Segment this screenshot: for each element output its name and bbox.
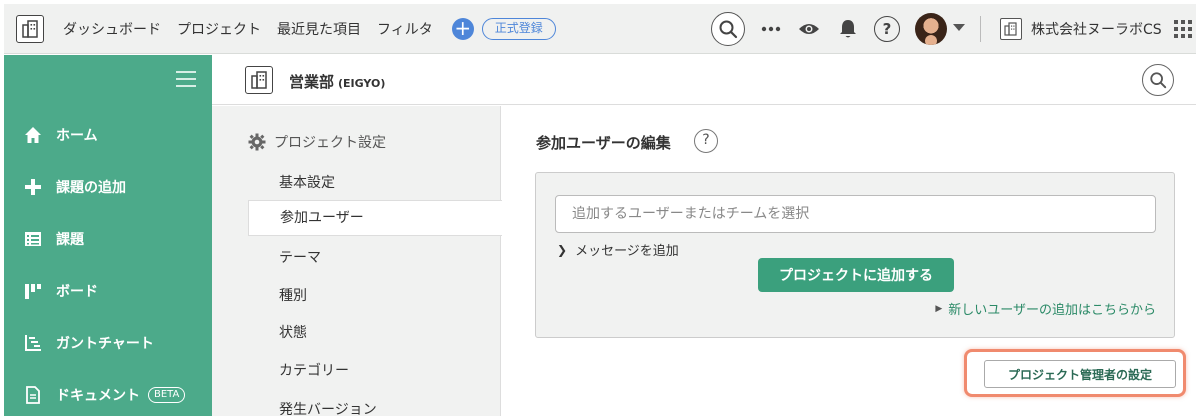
board-icon bbox=[24, 282, 42, 300]
page-title: 参加ユーザーの編集 bbox=[536, 134, 671, 152]
sidebar-item-board[interactable]: ボード bbox=[24, 281, 98, 301]
global-header: ダッシュボード プロジェクト 最近見た項目 フィルタ + 正式登録 ? 株式会社… bbox=[4, 4, 1196, 54]
settings-heading-label: プロジェクト設定 bbox=[274, 135, 386, 151]
gantt-icon bbox=[24, 334, 42, 352]
nav-dashboard[interactable]: ダッシュボード bbox=[63, 19, 161, 39]
menu-toggle-icon[interactable] bbox=[176, 71, 196, 87]
add-members-panel: ❯ メッセージを追加 プロジェクトに追加する ▶ 新しいユーザーの追加はこちらか… bbox=[535, 172, 1175, 338]
chevron-right-icon: ❯ bbox=[557, 242, 568, 257]
watch-icon[interactable] bbox=[797, 17, 821, 41]
sidebar-item-label: ガントチャート bbox=[56, 336, 154, 352]
help-icon[interactable]: ? bbox=[694, 129, 718, 153]
notification-bell-icon[interactable] bbox=[836, 17, 860, 41]
sidebar: ホーム 課題の追加 課題 ボード ガントチャート ドキュメント BETA bbox=[4, 55, 212, 416]
sidebar-item-label: ホーム bbox=[56, 128, 98, 144]
list-icon bbox=[24, 230, 42, 248]
help-icon[interactable]: ? bbox=[874, 15, 900, 42]
sidebar-item-documents[interactable]: ドキュメント BETA bbox=[24, 385, 186, 405]
settings-heading: プロジェクト設定 bbox=[248, 132, 386, 152]
home-icon bbox=[24, 126, 42, 144]
sidebar-item-home[interactable]: ホーム bbox=[24, 125, 98, 145]
document-icon bbox=[24, 386, 42, 404]
sidebar-item-label: ドキュメント bbox=[56, 388, 140, 404]
settings-item-versions[interactable]: 発生バージョン bbox=[279, 397, 377, 416]
nav-recent-items[interactable]: 最近見た項目 bbox=[277, 19, 361, 39]
sidebar-item-gantt[interactable]: ガントチャート bbox=[24, 333, 154, 353]
settings-item-categories[interactable]: カテゴリー bbox=[279, 360, 349, 380]
new-user-link-label: 新しいユーザーの追加はこちらから bbox=[948, 303, 1156, 318]
more-icon[interactable] bbox=[759, 17, 783, 41]
add-icon[interactable]: + bbox=[451, 17, 474, 40]
project-search-icon[interactable] bbox=[1142, 64, 1174, 96]
triangle-right-icon: ▶ bbox=[935, 303, 943, 314]
new-user-link[interactable]: ▶ 新しいユーザーの追加はこちらから bbox=[935, 299, 1156, 318]
settings-item-members[interactable]: 参加ユーザー bbox=[248, 200, 502, 236]
gear-icon bbox=[248, 133, 266, 151]
company-name[interactable]: 株式会社ヌーラボCS bbox=[1031, 19, 1162, 39]
add-message-toggle[interactable]: ❯ メッセージを追加 bbox=[557, 240, 679, 260]
project-title[interactable]: 営業部 (EIGYO) bbox=[289, 71, 385, 92]
plus-icon bbox=[24, 178, 42, 196]
nav-projects[interactable]: プロジェクト bbox=[177, 19, 261, 39]
company-icon bbox=[1000, 17, 1022, 40]
avatar[interactable] bbox=[915, 12, 947, 45]
add-message-label: メッセージを追加 bbox=[575, 244, 679, 259]
beta-badge: BETA bbox=[148, 387, 186, 403]
settings-menu: プロジェクト設定 基本設定 参加ユーザー テーマ 種別 状態 カテゴリー 発生バ… bbox=[212, 106, 502, 416]
project-header: 営業部 (EIGYO) bbox=[212, 55, 1196, 105]
chevron-down-icon[interactable] bbox=[953, 24, 965, 31]
sidebar-item-issues[interactable]: 課題 bbox=[24, 229, 84, 249]
project-admin-settings-button[interactable]: プロジェクト管理者の設定 bbox=[984, 360, 1176, 388]
settings-item-theme[interactable]: テーマ bbox=[279, 247, 321, 267]
sidebar-item-add-issue[interactable]: 課題の追加 bbox=[24, 177, 126, 197]
logo-icon[interactable] bbox=[16, 14, 44, 43]
settings-item-basic[interactable]: 基本設定 bbox=[279, 172, 335, 192]
app-grid-icon[interactable] bbox=[1174, 19, 1192, 38]
settings-item-issue-types[interactable]: 種別 bbox=[279, 285, 307, 305]
project-name: 営業部 bbox=[289, 73, 335, 91]
nav-filter[interactable]: フィルタ bbox=[377, 19, 433, 39]
project-key: (EIGYO) bbox=[338, 77, 386, 90]
project-icon[interactable] bbox=[245, 66, 273, 94]
sidebar-item-label: 課題の追加 bbox=[56, 180, 126, 196]
user-team-select-input[interactable] bbox=[555, 195, 1156, 233]
search-icon[interactable] bbox=[711, 11, 745, 46]
sidebar-item-label: ボード bbox=[56, 284, 98, 300]
register-button[interactable]: 正式登録 bbox=[481, 17, 556, 40]
sidebar-item-label: 課題 bbox=[56, 232, 84, 248]
settings-item-statuses[interactable]: 状態 bbox=[279, 322, 307, 342]
header-divider bbox=[980, 16, 981, 42]
add-to-project-button[interactable]: プロジェクトに追加する bbox=[758, 258, 954, 292]
